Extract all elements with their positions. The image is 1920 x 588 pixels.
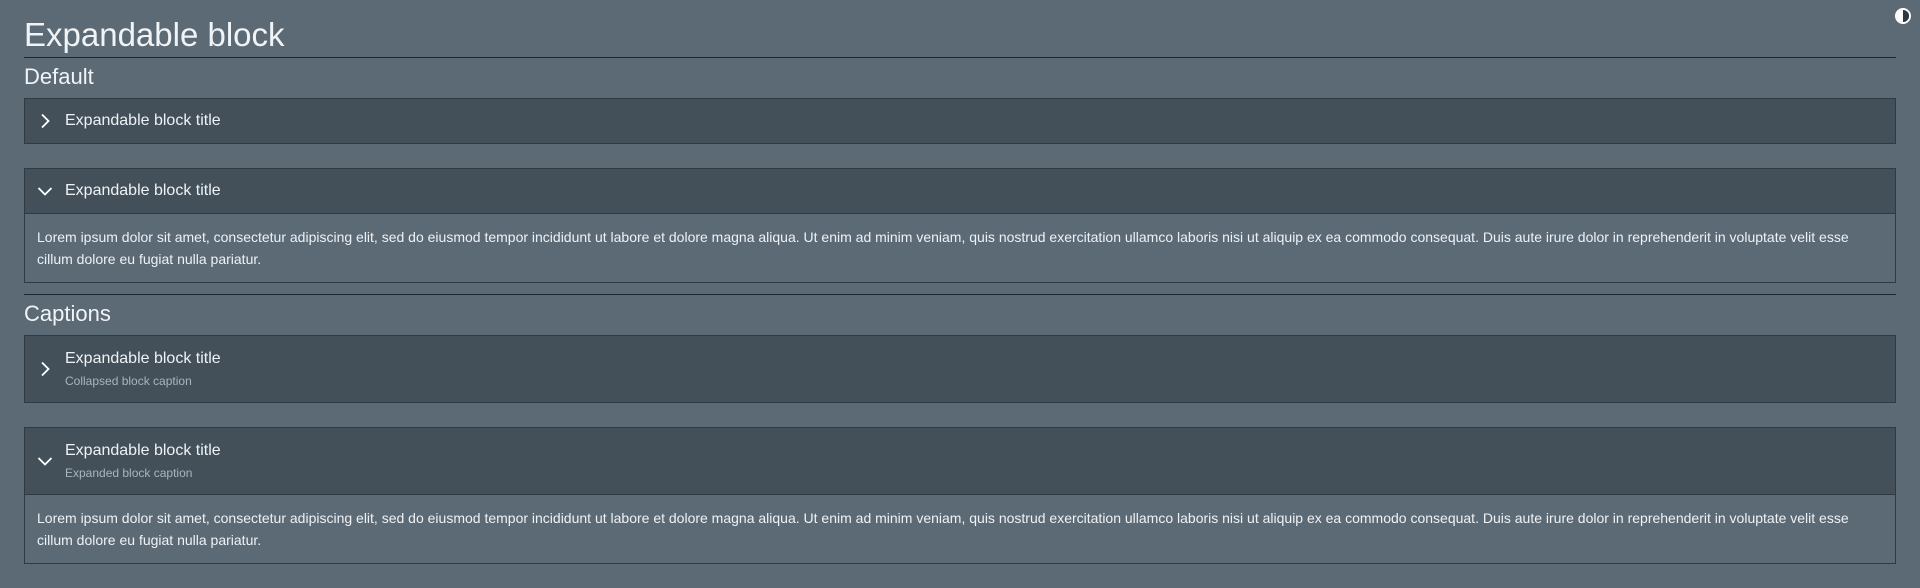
expandable-block-title: Expandable block title (65, 350, 221, 367)
expandable-block-default-collapsed: Expandable block title (24, 98, 1896, 144)
expandable-block-caption-expanded: Expandable block title Expanded block ca… (24, 427, 1896, 564)
expandable-block-header[interactable]: Expandable block title Collapsed block c… (25, 336, 1895, 402)
expandable-block-header[interactable]: Expandable block title Expanded block ca… (25, 428, 1895, 494)
expandable-block-header[interactable]: Expandable block title (25, 169, 1895, 213)
expandable-block-title: Expandable block title (65, 442, 221, 459)
expandable-block-header[interactable]: Expandable block title (25, 99, 1895, 143)
expandable-block-content: Lorem ipsum dolor sit amet, consectetur … (25, 494, 1895, 563)
section-title-default: Default (24, 64, 94, 89)
page-content: Expandable block Default Expandable bloc… (24, 0, 1896, 564)
chevron-down-icon (25, 428, 65, 494)
chevron-right-icon (25, 99, 65, 143)
theme-toggle-button[interactable] (1895, 8, 1911, 24)
expandable-block-default-expanded: Expandable block title Lorem ipsum dolor… (24, 168, 1896, 283)
expandable-block-caption-collapsed: Expandable block title Collapsed block c… (24, 335, 1896, 403)
expandable-block-title: Expandable block title (65, 182, 221, 199)
section-title-captions: Captions (24, 301, 111, 326)
chevron-right-icon (25, 336, 65, 402)
page-title: Expandable block (24, 16, 285, 53)
expandable-block-caption: Collapsed block caption (65, 374, 192, 388)
expandable-block-caption: Expanded block caption (65, 466, 193, 480)
chevron-down-icon (25, 169, 65, 213)
expandable-block-content: Lorem ipsum dolor sit amet, consectetur … (25, 213, 1895, 282)
expandable-block-title: Expandable block title (65, 112, 221, 129)
